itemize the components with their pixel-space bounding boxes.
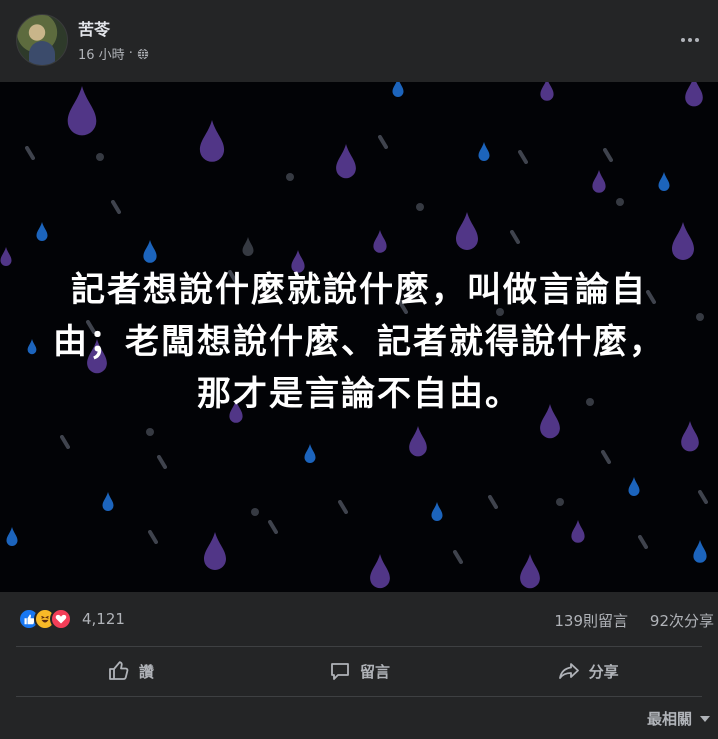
share-icon [558, 663, 579, 679]
raindrop [681, 421, 699, 452]
quote-line-2: 由；老闆想說什麼、記者就得說什麼， [53, 322, 665, 362]
author-avatar[interactable] [16, 14, 68, 66]
rain-dot [251, 508, 259, 516]
quote-line-3: 那才是言論不自由。 [197, 374, 521, 414]
raindrop [336, 144, 356, 179]
raindrop [520, 554, 540, 589]
rain-dot [146, 428, 154, 436]
raindrop [409, 426, 427, 457]
comment-sort-dropdown[interactable]: 最相關 [647, 708, 710, 729]
raindrop [571, 520, 585, 543]
raindrop [373, 230, 387, 253]
post-image[interactable]: 記者想說什麼就說什麼，叫做言論自 由；老闆想說什麼、記者就得說什麼， 那才是言論… [0, 82, 718, 592]
rain-streak [378, 135, 388, 149]
raindrop [102, 492, 114, 511]
quote-text: 記者想說什麼就說什麼，叫做言論自 由；老闆想說什麼、記者就得說什麼， 那才是言論… [40, 264, 678, 420]
raindrop [478, 142, 490, 161]
rain-dot [556, 498, 564, 506]
like-button[interactable]: 讚 [16, 647, 245, 695]
rain-streak [25, 146, 35, 160]
rain-dot [696, 313, 704, 321]
like-label: 讚 [138, 662, 154, 681]
author-name[interactable]: 苦苓 [78, 16, 110, 40]
rain-streak [453, 550, 463, 564]
raindrop [242, 237, 254, 256]
comment-label: 留言 [360, 662, 391, 681]
rain-streak [148, 530, 158, 544]
post-card: 苦苓 16 小時 · 記者想說什麼就說什麼，叫做言論自 由；老闆想說什麼、記者就… [0, 0, 718, 739]
rain-dot [616, 198, 624, 206]
raindrop [199, 120, 225, 162]
raindrop [672, 222, 694, 260]
raindrop [6, 527, 18, 546]
rain-streak [601, 450, 611, 464]
rain-dot [286, 173, 294, 181]
rain-dot [416, 203, 424, 211]
love-icon [50, 608, 72, 630]
post-header: 苦苓 16 小時 · [0, 0, 718, 82]
shares-count[interactable]: 92次分享 [650, 610, 714, 631]
more-dots-icon[interactable] [674, 26, 706, 54]
rain-streak [338, 500, 348, 514]
raindrop [540, 82, 554, 101]
share-label: 分享 [588, 662, 619, 681]
rain-streak [698, 490, 708, 504]
comment-icon [331, 663, 349, 680]
rain-streak [638, 535, 648, 549]
rain-streak [518, 150, 528, 164]
raindrop [658, 172, 670, 191]
raindrop [392, 82, 404, 97]
globe-icon[interactable] [137, 47, 149, 60]
reactions-count: 4,121 [82, 610, 125, 628]
divider-bottom [16, 696, 702, 697]
raindrop [27, 339, 37, 355]
raindrop [685, 82, 703, 107]
post-time[interactable]: 16 小時 [78, 44, 125, 63]
raindrop [370, 554, 390, 589]
rain-streak [60, 435, 70, 449]
raindrop [0, 247, 12, 266]
raindrop [67, 86, 97, 136]
rain-streak [603, 148, 613, 162]
raindrop [456, 212, 478, 250]
raindrop [304, 444, 316, 463]
chevron-down-icon [700, 715, 710, 722]
rain-dot [96, 153, 104, 161]
post-stats: 4,121 139則留言 92次分享 [0, 592, 718, 646]
action-bar: 讚 留言 分享 [16, 647, 702, 695]
raindrop [628, 477, 640, 496]
rain-streak [157, 455, 167, 469]
reactions-summary[interactable]: 4,121 [18, 608, 125, 630]
comment-button[interactable]: 留言 [245, 647, 474, 695]
rain-streak [111, 200, 121, 214]
rain-streak [488, 495, 498, 509]
quote-line-1: 記者想說什麼就說什麼，叫做言論自 [71, 270, 647, 310]
raindrop [204, 532, 226, 570]
sort-label: 最相關 [646, 710, 692, 728]
raindrop [36, 222, 48, 241]
raindrop [143, 240, 157, 263]
post-meta: 16 小時 · [78, 44, 149, 63]
share-button[interactable]: 分享 [473, 647, 702, 695]
raindrop [592, 170, 606, 193]
raindrop [693, 540, 707, 563]
rain-streak [510, 230, 520, 244]
thumbs-up-icon [108, 661, 129, 680]
comments-count[interactable]: 139則留言 [554, 610, 628, 631]
raindrop [431, 502, 443, 521]
rain-streak [268, 520, 278, 534]
meta-separator: · [128, 46, 133, 61]
